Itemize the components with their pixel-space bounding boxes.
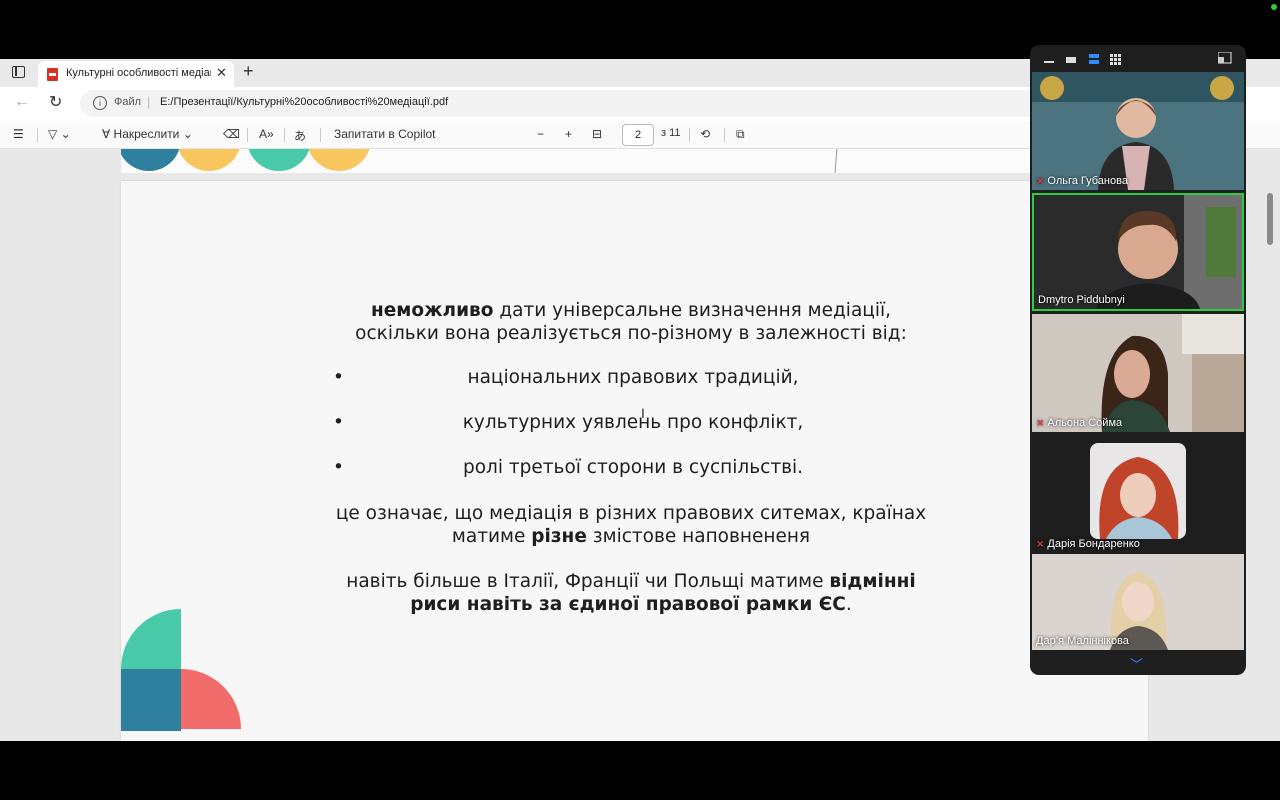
toolbar-divider: [284, 128, 285, 142]
participants-panel: ⨯ Ольга Губанова Dmytro Piddubnyi ⨯ Альо…: [1030, 45, 1246, 675]
bullet-text: культурних уявлень про конфлікт,: [462, 412, 804, 433]
eraser-icon[interactable]: ⌫: [223, 127, 240, 141]
participant-name-text: Dmytro Piddubnyi: [1038, 294, 1125, 306]
panel-view-controls: [1030, 45, 1246, 71]
participant-tile-5[interactable]: Дар’я Маліннікова: [1032, 554, 1244, 650]
slide-decoration-shapes: [121, 609, 241, 731]
tab-title: Культурні особливості медіації.pdf: [66, 67, 211, 79]
new-tab-icon[interactable]: +: [243, 61, 254, 82]
panel-layout-icon[interactable]: [1218, 52, 1232, 64]
tab-pdf[interactable]: Культурні особливості медіації.pdf ✕: [38, 61, 234, 87]
participant-name: ⨯ Ольга Губанова: [1036, 175, 1128, 187]
participant-name: Dmytro Piddubnyi: [1038, 294, 1125, 306]
final-line-1: навіть більше в Італії, Франції чи Польщ…: [291, 570, 971, 593]
sidebar-toggle-icon[interactable]: [12, 66, 25, 78]
vertical-scrollbar[interactable]: [1265, 155, 1275, 741]
page-view-icon[interactable]: ⧉: [736, 127, 745, 142]
meaning-line-1: це означає, що медіація в різних правови…: [335, 503, 927, 524]
participant-tile-2[interactable]: Dmytro Piddubnyi: [1032, 193, 1244, 311]
reload-icon[interactable]: ↻: [49, 92, 62, 112]
meaning-line-2: матиме різне змістове наповнененя: [291, 525, 971, 548]
toolbar-divider: [247, 128, 248, 142]
zoom-in-icon[interactable]: +: [565, 127, 572, 141]
back-arrow-icon[interactable]: ←: [14, 93, 30, 111]
bullet-text: національних правових традицій,: [467, 367, 799, 388]
close-icon[interactable]: ✕: [216, 65, 227, 81]
url-text[interactable]: E:/Презентації/Культурні%20особливості%2…: [160, 96, 448, 108]
final-bold-2: риси навіть за єдиної правової рамки ЄС: [410, 594, 846, 615]
camera-indicator: [1271, 4, 1277, 10]
translate-icon[interactable]: あ: [294, 127, 306, 144]
draw-label: Накреслити: [113, 127, 180, 141]
intro-line-1: неможливо дати універсальне визначення м…: [291, 299, 971, 322]
toolbar-divider: [689, 128, 690, 142]
rotate-icon[interactable]: ⟲: [700, 127, 710, 141]
participant-name-text: Дарія Бондаренко: [1047, 538, 1140, 550]
participant-name: Дар’я Маліннікова: [1036, 635, 1129, 647]
contents-list-icon[interactable]: ☰: [13, 127, 24, 141]
read-aloud-icon[interactable]: A»: [259, 127, 274, 141]
toolbar-divider: [320, 128, 321, 142]
draw-button[interactable]: ∀ Накреслити ⌄: [102, 127, 193, 141]
mic-off-icon: ⨯: [1036, 175, 1045, 187]
participant-name: ⨯ Альона Сойма: [1036, 417, 1122, 429]
mic-off-icon: ⨯: [1036, 417, 1045, 429]
intro-line-2: оскільки вона реалізується по-різному в …: [355, 323, 907, 344]
intro-rest: дати універсальне визначення медіації,: [493, 300, 892, 321]
scroll-thumb[interactable]: [1267, 193, 1273, 245]
participant-name: ⨯ Дарія Бондаренко: [1036, 538, 1140, 550]
mic-off-icon: ⨯: [1036, 538, 1045, 550]
ask-copilot-button[interactable]: Запитати в Copilot: [334, 127, 436, 141]
bullet-dot: •: [333, 457, 344, 478]
meaning-bold: різне: [531, 526, 587, 547]
zoom-out-icon[interactable]: −: [537, 127, 544, 141]
video-feed-4: [1090, 443, 1186, 539]
bullet-dot: •: [333, 367, 344, 388]
text-cursor-icon: I: [641, 405, 645, 421]
video-feed-3: [1032, 314, 1244, 432]
previous-page: [121, 149, 1148, 173]
participant-name-text: Ольга Губанова: [1047, 175, 1128, 187]
screen: Культурні особливості медіації.pdf ✕ + ←…: [0, 0, 1280, 800]
file-label: Файл: [114, 96, 142, 108]
pdf-icon: [47, 68, 58, 81]
bottom-black-bar: [0, 741, 1280, 800]
page-count: з 11: [661, 127, 681, 139]
final-paragraph: навіть більше в Італії, Франції чи Польщ…: [291, 570, 971, 616]
participant-tile-3[interactable]: ⨯ Альона Сойма: [1032, 314, 1244, 432]
url-separator: |: [147, 94, 151, 109]
view-mode-icons[interactable]: [1044, 54, 1130, 66]
participant-tile-1[interactable]: ⨯ Ольга Губанова: [1032, 72, 1244, 190]
bullet-dot: •: [333, 412, 344, 433]
intro-bold: неможливо: [370, 300, 494, 321]
chevron-down-icon[interactable]: ﹀: [1130, 654, 1143, 673]
page-number-input[interactable]: 2: [622, 124, 654, 146]
participant-name-text: Дар’я Маліннікова: [1036, 635, 1129, 647]
previous-page-decoration: [121, 149, 838, 173]
toolbar-divider: [724, 128, 725, 142]
highlight-icon[interactable]: ▽ ⌄: [48, 127, 71, 141]
final-pre: навіть більше в Італії, Франції чи Польщ…: [346, 571, 830, 592]
meaning-paragraph: це означає, що медіація в різних правови…: [291, 502, 971, 548]
final-line-2: риси навіть за єдиної правової рамки ЄС.: [291, 593, 971, 616]
final-bold-1: відмінні: [829, 571, 916, 592]
video-feed-2: [1034, 195, 1242, 309]
fit-page-icon[interactable]: ⊟: [592, 127, 602, 141]
info-icon[interactable]: i: [93, 96, 107, 110]
meaning-pre: матиме: [451, 526, 532, 547]
participant-name-text: Альона Сойма: [1047, 417, 1123, 429]
pen-icon: ∀: [102, 127, 114, 141]
pdf-page: неможливо дати універсальне визначення м…: [121, 181, 1148, 741]
toolbar-divider: [37, 128, 38, 142]
participant-tile-4[interactable]: ⨯ Дарія Бондаренко: [1032, 435, 1244, 553]
meaning-post: змістове наповнененя: [586, 526, 811, 547]
final-post: .: [845, 594, 852, 615]
intro-paragraph: неможливо дати універсальне визначення м…: [291, 299, 971, 345]
bullet-text: ролі третьої сторони в суспільстві.: [462, 457, 804, 478]
video-feed-1: [1032, 72, 1244, 190]
